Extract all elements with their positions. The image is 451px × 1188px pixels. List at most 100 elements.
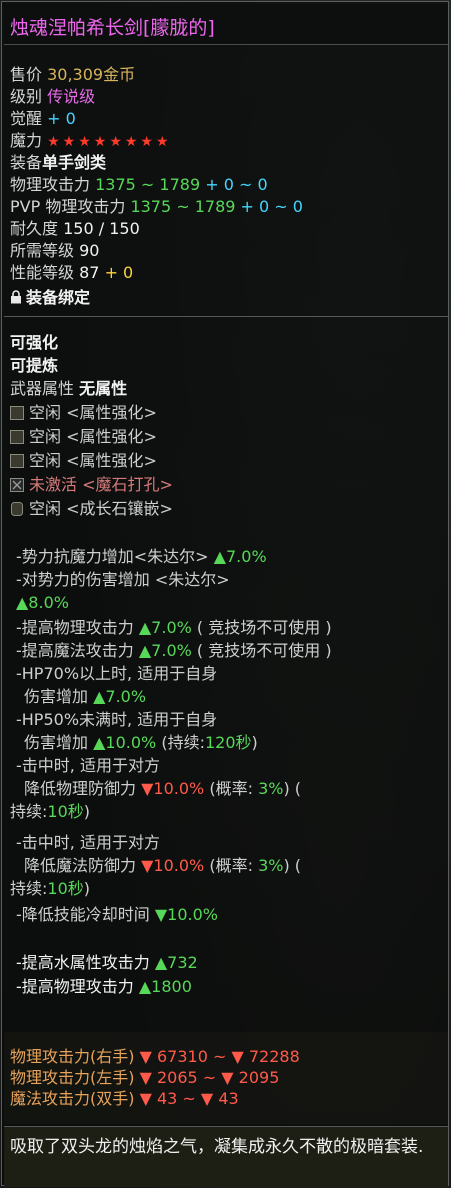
- effect-value: 10秒: [47, 879, 84, 898]
- effect-line: -HP50%未满时, 适用于自身: [16, 709, 217, 731]
- summary-label: 物理攻击力(右手): [10, 1047, 135, 1066]
- divider: [4, 316, 448, 317]
- effect-text: 持续:: [10, 879, 48, 898]
- effect-text: -击中时, 适用于对方: [16, 756, 160, 775]
- effect-text: (概率:: [209, 856, 253, 875]
- effect-text: ) (: [283, 779, 302, 798]
- effect-line: -提高水属性攻击力 ▲732: [16, 952, 198, 974]
- effect-value: 10秒: [47, 802, 84, 821]
- perf-level-label: 性能等级: [10, 263, 75, 282]
- effect-note: ( 竞技场不可使用 ): [196, 641, 332, 660]
- slot-type: <属性强化>: [66, 403, 157, 422]
- summary-row: 物理攻击力(右手) ▼ 67310 ~ ▼ 72288: [10, 1046, 300, 1068]
- bind-row: 装备绑定: [10, 287, 90, 309]
- effect-text: ) (: [283, 856, 302, 875]
- summary-row: 物理攻击力(左手) ▼ 2065 ~ ▼ 2095: [10, 1067, 279, 1089]
- effect-text: -提高物理攻击力: [16, 977, 134, 996]
- slot-type: <成长石镶嵌>: [66, 499, 173, 518]
- slot-row: 空闲 <成长石镶嵌>: [10, 498, 173, 520]
- slot-row: 空闲 <属性强化>: [10, 426, 157, 448]
- sell-price-row: 售价 30,309金币: [10, 64, 135, 86]
- locked-slot-icon: [10, 478, 24, 492]
- pvp-atk-label: PVP 物理攻击力: [10, 197, 126, 216]
- effect-value: ▲1800: [138, 977, 192, 996]
- effect-text: 伤害增加: [24, 733, 89, 752]
- sell-price-label: 售价: [10, 65, 43, 84]
- awaken-row: 觉醒 + 0: [10, 108, 76, 130]
- awaken-value: + 0: [47, 109, 76, 128]
- empty-slot-icon: [10, 406, 24, 420]
- slot-state: 空闲: [29, 499, 62, 518]
- summary-value: ▼ 2065 ~ ▼ 2095: [139, 1068, 280, 1087]
- attack-summary: 物理攻击力(右手) ▼ 67310 ~ ▼ 72288 物理攻击力(左手) ▼ …: [4, 1032, 448, 1124]
- effect-line: -对势力的伤害增加 <朱达尔>: [16, 569, 230, 591]
- refine-text: 可提炼: [10, 356, 59, 375]
- sell-price-value: 30,309金币: [47, 65, 136, 84]
- effect-line: -HP70%以上时, 适用于自身: [16, 663, 217, 685]
- req-level-label: 所需等级: [10, 241, 75, 260]
- enhance-row: 可强化: [10, 332, 58, 354]
- equip-row: 装备单手剑类: [10, 152, 106, 174]
- durability-value: 150 / 150: [63, 219, 140, 238]
- effect-line: 持续:10秒): [10, 801, 90, 823]
- effect-line: -提高物理攻击力 ▲1800: [16, 976, 192, 998]
- effect-text: 伤害增加: [24, 687, 89, 706]
- effect-value: 120秒: [204, 733, 252, 752]
- grade-value: 传说级: [47, 87, 96, 106]
- pvp-atk-value: 1375 ~ 1789: [130, 197, 236, 216]
- slot-row: 空闲 <属性强化>: [10, 402, 157, 424]
- empty-slot-icon: [10, 454, 24, 468]
- effect-text: ): [251, 733, 258, 752]
- effect-line: -提高物理攻击力 ▲7.0% ( 竞技场不可使用 ): [16, 617, 332, 639]
- effect-text: -势力抗魔力增加<朱达尔>: [16, 547, 209, 566]
- effect-line: -击中时, 适用于对方: [16, 832, 160, 854]
- weapon-attr-value: 无属性: [79, 379, 128, 398]
- phys-atk-value: 1375 ~ 1789: [95, 175, 201, 194]
- effect-text: -对势力的伤害增加 <朱达尔>: [16, 570, 230, 589]
- durability-label: 耐久度: [10, 219, 59, 238]
- bind-label: 装备绑定: [26, 288, 91, 307]
- weapon-attr-row: 武器属性 无属性: [10, 378, 127, 400]
- effect-text: -提高物理攻击力: [16, 618, 134, 637]
- pvp-atk-bonus: + 0 ~ 0: [240, 197, 303, 216]
- effect-line: -提高魔法攻击力 ▲7.0% ( 竞技场不可使用 ): [16, 640, 332, 662]
- effect-text: 降低物理防御力: [24, 779, 137, 798]
- effect-note: ( 竞技场不可使用 ): [196, 618, 332, 637]
- effect-value: ▲7.0%: [93, 687, 147, 706]
- item-name: 烛魂涅帕希长剑[朦胧的]: [10, 17, 215, 39]
- effect-value: ▲7.0%: [213, 547, 267, 566]
- magic-stars: ★★★★★★★★: [47, 134, 172, 150]
- title-bar: 烛魂涅帕希长剑[朦胧的]: [4, 4, 448, 45]
- awaken-label: 觉醒: [10, 109, 43, 128]
- magic-row: 魔力 ★★★★★★★★: [10, 130, 172, 153]
- phys-atk-row: 物理攻击力 1375 ~ 1789 + 0 ~ 0: [10, 174, 268, 196]
- effect-value: ▼10.0%: [141, 779, 205, 798]
- effect-line: 降低物理防御力 ▼10.0% (概率: 3%) (: [24, 778, 301, 800]
- effect-line: 伤害增加 ▲10.0% (持续:120秒): [24, 732, 258, 754]
- slot-type: <魔石打孔>: [82, 475, 173, 494]
- phys-atk-bonus: + 0 ~ 0: [205, 175, 268, 194]
- effect-value: ▲7.0%: [138, 641, 192, 660]
- magic-label: 魔力: [10, 131, 43, 150]
- req-level-value: 90: [79, 241, 100, 260]
- effect-line: ▲8.0%: [16, 592, 69, 614]
- equip-label: 装备: [10, 153, 43, 172]
- description-box: 吸取了双头龙的烛焰之气，凝集成永久不散的极暗套装.: [4, 1126, 448, 1187]
- effect-line: 持续:10秒): [10, 878, 90, 900]
- summary-value: ▼ 67310 ~ ▼ 72288: [139, 1047, 300, 1066]
- summary-label: 魔法攻击力(双手): [10, 1089, 135, 1108]
- effect-text: -HP70%以上时, 适用于自身: [16, 664, 218, 683]
- effect-text: -提高水属性攻击力: [16, 953, 150, 972]
- effect-value: ▼10.0%: [154, 905, 219, 924]
- effect-value: ▼10.0%: [141, 856, 205, 875]
- effect-value: ▲732: [154, 953, 198, 972]
- item-description: 吸取了双头龙的烛焰之气，凝集成永久不散的极暗套装.: [10, 1137, 424, 1157]
- refine-row: 可提炼: [10, 355, 58, 377]
- grade-label: 级别: [10, 87, 43, 106]
- effect-text: 降低魔法防御力: [24, 856, 137, 875]
- effect-value: 3%: [258, 856, 284, 875]
- effect-value: 3%: [258, 779, 284, 798]
- summary-value: ▼ 43 ~ ▼ 43: [139, 1089, 239, 1108]
- perf-level-bonus: + 0: [104, 263, 134, 282]
- effect-text: -降低技能冷却时间: [16, 905, 150, 924]
